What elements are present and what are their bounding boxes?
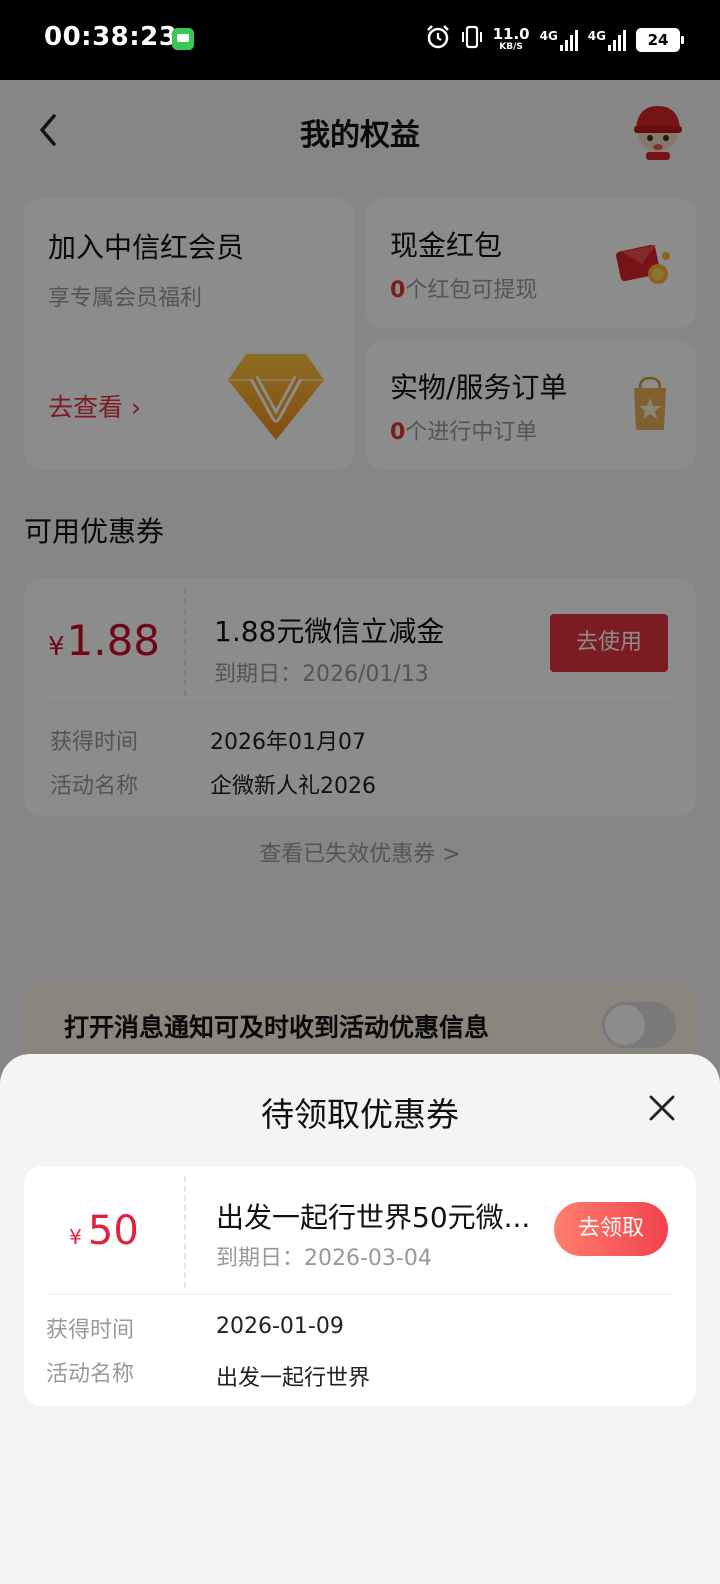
close-icon[interactable]: [648, 1094, 676, 1122]
battery-icon: 24: [636, 27, 684, 52]
pending-coupon-obtained-label: 获得时间: [46, 1318, 135, 1343]
network-speed-unit: KB/S: [499, 42, 523, 52]
sheet-title: 待领取优惠券: [261, 1095, 459, 1134]
signal-sim1-label: 4G: [539, 28, 558, 43]
pending-coupon-separator: [48, 1294, 672, 1295]
pending-coupon-amount: ¥50: [24, 1208, 184, 1254]
status-icons: 11.0 KB/S 4G 4G 24: [425, 24, 684, 55]
pending-coupon-currency: ¥: [69, 1225, 82, 1249]
signal-sim2: 4G: [588, 29, 626, 51]
alarm-icon: [425, 24, 451, 55]
signal-sim2-label: 4G: [587, 28, 606, 43]
pending-coupon-divider: [184, 1176, 186, 1288]
pending-coupons-sheet: 待领取优惠券 ¥50 出发一起行世界50元微... 到期日：2026-03-04…: [0, 1054, 720, 1584]
message-notification-icon: [172, 28, 194, 50]
network-speed-value: 11.0: [492, 25, 530, 43]
signal-bars-icon: [559, 29, 578, 51]
pending-coupon-amount-value: 50: [87, 1208, 139, 1254]
pending-coupon-obtained-value: 2026-01-09: [216, 1314, 344, 1339]
vibrate-icon: [461, 24, 483, 55]
pending-coupon-activity-value: 出发一起行世界: [216, 1366, 371, 1391]
pending-coupon-expiry: 到期日：2026-03-04: [216, 1246, 432, 1271]
claim-coupon-button[interactable]: 去领取: [554, 1202, 668, 1256]
pending-coupon-card: ¥50 出发一起行世界50元微... 到期日：2026-03-04 去领取 获得…: [24, 1166, 696, 1406]
network-speed: 11.0 KB/S: [492, 25, 530, 53]
pending-coupon-name: 出发一起行世界50元微...: [216, 1201, 531, 1234]
signal-bars-icon: [608, 29, 626, 51]
pending-coupon-activity-label: 活动名称: [46, 1362, 135, 1387]
status-time: 00:38:23: [44, 22, 178, 52]
status-bar: 00:38:23 11.0 KB/S 4G 4G 24: [0, 0, 720, 80]
signal-sim1: 4G: [540, 29, 578, 51]
